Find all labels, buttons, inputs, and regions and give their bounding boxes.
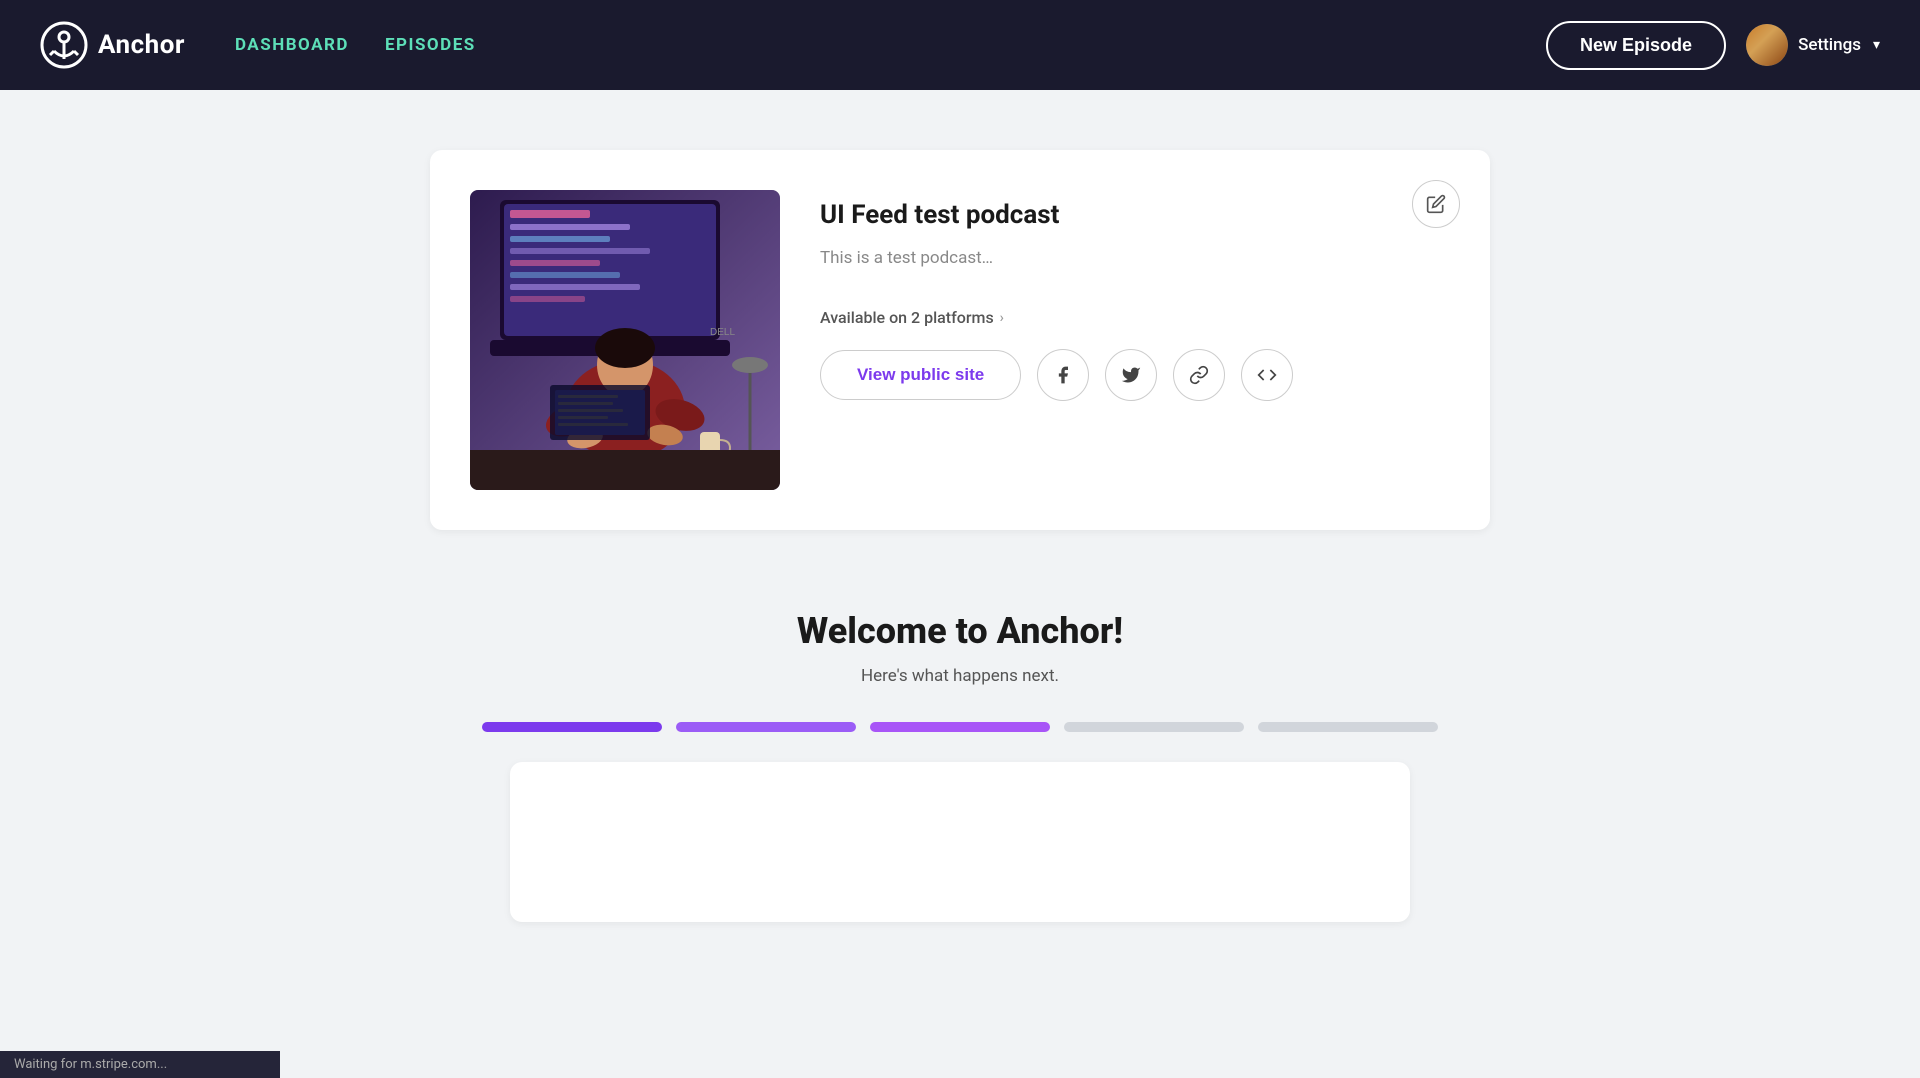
podcast-card: DELL UI Feed test podcast This is a test… (430, 150, 1490, 530)
status-text: Waiting for m.stripe.com... (14, 1057, 167, 1072)
logo-text: Anchor (98, 30, 185, 60)
link-button[interactable] (1173, 349, 1225, 401)
action-row: View public site (820, 349, 1450, 401)
edit-button[interactable] (1412, 180, 1460, 228)
step-bar-3[interactable] (870, 722, 1050, 732)
new-episode-button[interactable]: New Episode (1546, 21, 1726, 70)
nav-right: New Episode Settings ▾ (1546, 21, 1880, 70)
view-public-button[interactable]: View public site (820, 350, 1021, 400)
content-card (510, 762, 1410, 922)
embed-button[interactable] (1241, 349, 1293, 401)
avatar (1746, 24, 1788, 66)
anchor-logo-icon (40, 21, 88, 69)
welcome-subtitle: Here's what happens next. (430, 666, 1490, 686)
code-icon (1257, 365, 1277, 385)
step-bar-4[interactable] (1064, 722, 1244, 732)
podcast-cover-art: DELL (470, 190, 780, 490)
nav-links: DASHBOARD EPISODES (235, 35, 1506, 55)
welcome-section: Welcome to Anchor! Here's what happens n… (430, 590, 1490, 962)
avatar-image (1746, 24, 1788, 66)
step-bar-2[interactable] (676, 722, 856, 732)
welcome-title: Welcome to Anchor! (430, 610, 1490, 652)
step-bar-1[interactable] (482, 722, 662, 732)
link-icon (1189, 365, 1209, 385)
facebook-button[interactable] (1037, 349, 1089, 401)
platforms-text: Available on 2 platforms (820, 308, 994, 327)
podcast-image: DELL (470, 190, 780, 490)
nav-dashboard[interactable]: DASHBOARD (235, 35, 349, 55)
arrow-icon: › (1000, 310, 1004, 326)
nav-episodes[interactable]: EPISODES (385, 35, 476, 55)
navbar: Anchor DASHBOARD EPISODES New Episode Se… (0, 0, 1920, 90)
platforms-link[interactable]: Available on 2 platforms › (820, 308, 1004, 327)
step-bar-5[interactable] (1258, 722, 1438, 732)
facebook-icon (1053, 365, 1073, 385)
podcast-details: UI Feed test podcast This is a test podc… (820, 190, 1450, 401)
podcast-title: UI Feed test podcast (820, 200, 1450, 230)
main-content: DELL UI Feed test podcast This is a test… (410, 90, 1510, 1002)
svg-text:DELL: DELL (710, 327, 735, 338)
settings-label: Settings (1798, 35, 1861, 55)
status-bar: Waiting for m.stripe.com... (0, 1051, 280, 1078)
twitter-icon (1121, 365, 1141, 385)
edit-icon (1426, 194, 1446, 214)
progress-steps (430, 722, 1490, 732)
twitter-button[interactable] (1105, 349, 1157, 401)
podcast-description: This is a test podcast… (820, 248, 1450, 268)
platforms-row: Available on 2 platforms › (820, 308, 1450, 327)
chevron-down-icon: ▾ (1873, 37, 1880, 53)
settings-area[interactable]: Settings ▾ (1746, 24, 1880, 66)
logo-link[interactable]: Anchor (40, 21, 185, 69)
